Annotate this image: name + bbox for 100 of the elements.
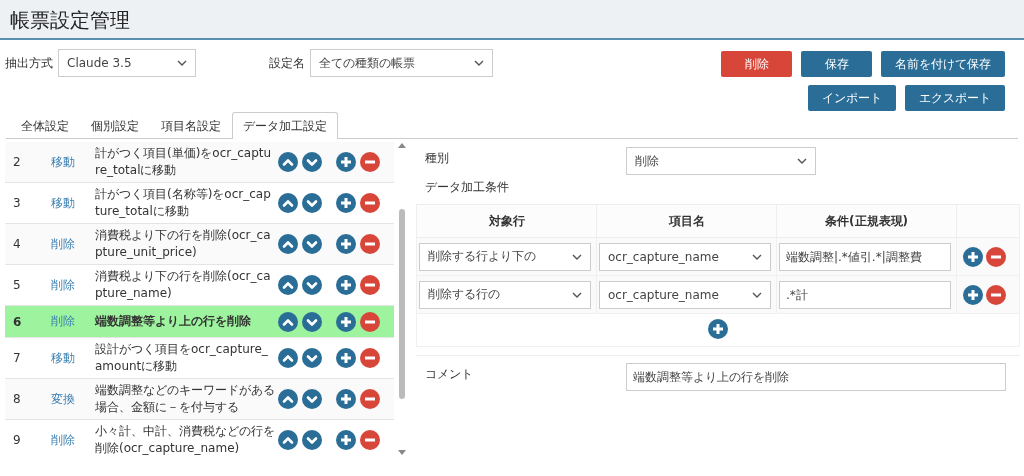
action-button[interactable]: 名前を付けて保存 [881, 51, 1005, 77]
move-down-icon[interactable] [302, 311, 322, 332]
add-icon[interactable] [336, 275, 356, 295]
add-icon[interactable] [336, 430, 356, 450]
filter-label: 設定名 [269, 54, 305, 72]
item-name-dropdown[interactable]: ocr_capture_name [599, 242, 771, 271]
rule-description: 消費税より下の行を削除(ocr_capture_name) [95, 268, 272, 302]
tab[interactable]: 項目名設定 [150, 112, 232, 138]
action-button[interactable]: エクスポート [905, 85, 1005, 111]
page-title: 帳票設定管理 [9, 7, 131, 34]
add-icon[interactable] [963, 284, 983, 305]
remove-icon[interactable] [986, 284, 1006, 305]
tab[interactable]: 全体設定 [10, 112, 80, 138]
dropdown-field[interactable]: Claude 3.5 [58, 49, 196, 77]
rule-row[interactable]: 4 削除 消費税より下の行を削除(ocr_capture_unit_price) [5, 224, 395, 265]
remove-icon[interactable] [360, 152, 380, 172]
remove-icon[interactable] [360, 311, 380, 332]
add-icon[interactable] [963, 246, 983, 267]
remove-icon[interactable] [360, 234, 380, 254]
column-header: 条件(正規表現) [776, 204, 957, 238]
add-icon[interactable] [336, 311, 356, 332]
rule-description: 計がつく項目(単価)をocr_capture_totalに移動 [95, 145, 273, 179]
rule-type-link[interactable]: 削除 [31, 431, 95, 449]
type-label: 種別 [424, 150, 450, 167]
rule-row[interactable]: 6 削除 端数調整等より上の行を削除 [5, 306, 395, 338]
pattern-field[interactable]: .*計 [779, 280, 951, 309]
add-icon[interactable] [336, 234, 356, 254]
dropdown-field[interactable]: 全ての種類の帳票 [310, 49, 493, 77]
pattern-field[interactable]: 端数調整|.*値引.*|調整費 [779, 242, 951, 271]
move-up-icon[interactable] [278, 311, 298, 332]
move-up-icon[interactable] [278, 152, 298, 172]
chevron-icon [752, 253, 762, 260]
chevron-icon [474, 60, 484, 66]
add-icon[interactable] [336, 152, 356, 172]
add-condition-icon[interactable] [708, 318, 728, 339]
remove-icon[interactable] [986, 246, 1006, 267]
move-up-icon[interactable] [278, 234, 298, 254]
move-up-icon[interactable] [278, 430, 298, 450]
move-up-icon[interactable] [278, 275, 298, 295]
conditions-label: データ加工条件 [424, 179, 510, 196]
chevron-icon [797, 158, 807, 164]
row-number: 9 [12, 433, 22, 447]
tab[interactable]: データ加工設定 [232, 112, 338, 139]
rule-type-link[interactable]: 変換 [31, 390, 95, 408]
row-number: 8 [12, 392, 22, 406]
add-icon[interactable] [336, 389, 356, 409]
target-row-dropdown[interactable]: 削除する行の [419, 280, 591, 309]
move-up-icon[interactable] [278, 389, 298, 409]
action-button[interactable]: 保存 [801, 51, 872, 77]
comment-label: コメント [424, 366, 474, 383]
rule-description: 消費税より下の行を削除(ocr_capture_unit_price) [95, 227, 272, 261]
add-icon[interactable] [336, 348, 356, 368]
move-down-icon[interactable] [302, 430, 322, 450]
filter-label: 抽出方式 [5, 54, 53, 72]
rule-description: 設計がつく項目をocr_capture_amountに移動 [95, 341, 269, 375]
move-down-icon[interactable] [302, 275, 322, 295]
chevron-icon [177, 60, 187, 66]
move-down-icon[interactable] [302, 193, 322, 213]
remove-icon[interactable] [360, 193, 380, 213]
move-up-icon[interactable] [278, 193, 298, 213]
rule-type-link[interactable]: 削除 [31, 235, 95, 253]
move-up-icon[interactable] [278, 348, 298, 368]
move-down-icon[interactable] [302, 389, 322, 409]
row-number: 7 [12, 351, 22, 365]
chevron-icon [752, 291, 762, 298]
row-number: 5 [12, 278, 22, 292]
comment-field[interactable]: 端数調整等より上の行を削除 [626, 363, 1006, 391]
rule-description: 端数調整等より上の行を削除 [95, 313, 252, 330]
remove-icon[interactable] [360, 275, 380, 295]
type-dropdown[interactable]: 削除 [626, 147, 816, 175]
move-down-icon[interactable] [302, 152, 322, 172]
rule-type-link[interactable]: 移動 [31, 153, 95, 171]
rule-description: 小々計、中計、消費税などの行を削除(ocr_capture_name) [95, 423, 275, 456]
column-header: 対象行 [416, 204, 597, 238]
rule-row[interactable]: 9 削除 小々計、中計、消費税などの行を削除(ocr_capture_name) [5, 420, 395, 456]
chevron-icon [572, 291, 582, 298]
tab[interactable]: 個別設定 [80, 112, 150, 138]
chevron-icon [572, 253, 582, 260]
rule-type-link[interactable]: 移動 [31, 349, 95, 367]
move-down-icon[interactable] [302, 348, 322, 368]
move-down-icon[interactable] [302, 234, 322, 254]
row-number: 6 [12, 314, 23, 329]
remove-icon[interactable] [360, 430, 380, 450]
add-icon[interactable] [336, 193, 356, 213]
rule-description: 端数調整などのキーワードがある場合、金額に－を付与する [95, 382, 275, 416]
column-header: 項目名 [596, 204, 777, 238]
rule-type-link[interactable]: 移動 [31, 194, 95, 212]
item-name-dropdown[interactable]: ocr_capture_name [599, 280, 771, 309]
remove-icon[interactable] [360, 348, 380, 368]
action-button[interactable]: 削除 [721, 51, 792, 77]
rule-type-link[interactable]: 削除 [31, 276, 95, 294]
target-row-dropdown[interactable]: 削除する行より下の [419, 242, 591, 271]
rule-row[interactable]: 2 移動 計がつく項目(単価)をocr_capture_totalに移動 [5, 142, 395, 183]
rule-description: 計がつく項目(名称等)をocr_capture_totalに移動 [95, 186, 272, 220]
remove-icon[interactable] [360, 389, 380, 409]
row-number: 2 [12, 155, 22, 169]
row-number: 4 [12, 237, 22, 251]
row-number: 3 [12, 196, 22, 210]
action-button[interactable]: インポート [808, 85, 896, 111]
rule-row[interactable]: 8 変換 端数調整などのキーワードがある場合、金額に－を付与する [5, 379, 395, 420]
